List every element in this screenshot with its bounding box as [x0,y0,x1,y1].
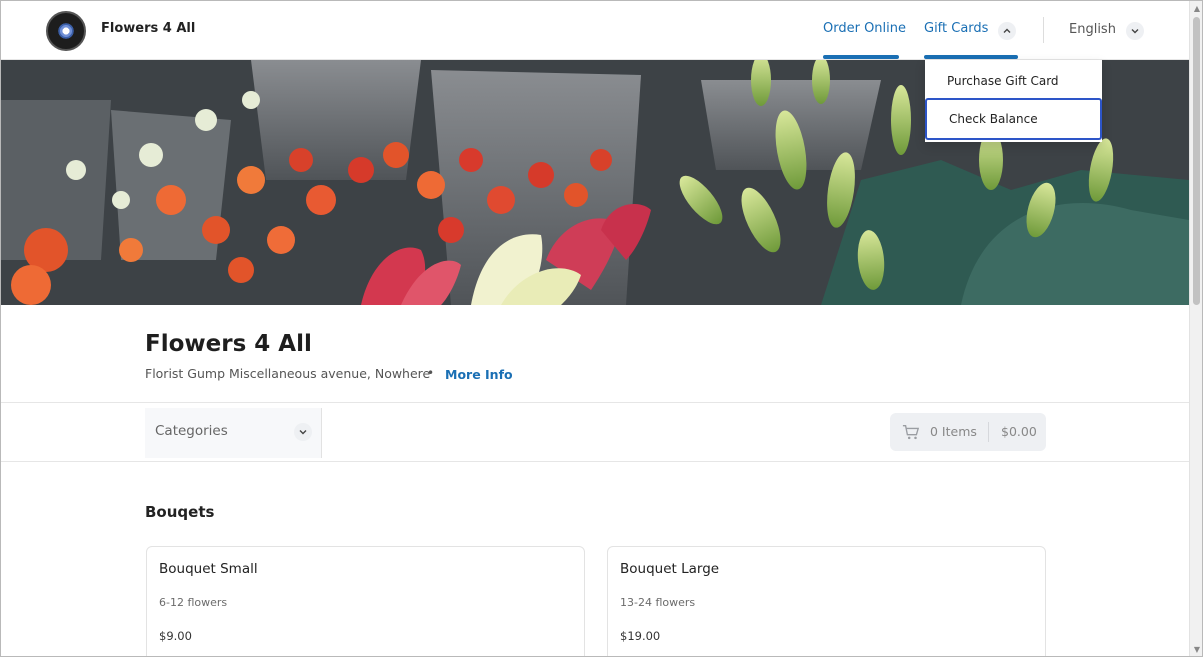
categories-label: Categories [155,423,228,439]
browser-frame: Flowers 4 All Order Online Gift Cards En… [0,0,1203,657]
brand-name[interactable]: Flowers 4 All [101,21,195,36]
scrollbar-thumb[interactable] [1193,17,1200,305]
chevron-down-icon [294,423,312,441]
menu-item-card[interactable]: Bouquet Large 13-24 flowers $19.00 [607,546,1046,656]
nav-order-online[interactable]: Order Online [823,21,906,36]
section-title: Bouqets [145,503,215,521]
menu-item-card[interactable]: Bouquet Small 6-12 flowers $9.00 [146,546,585,656]
nav-gift-cards[interactable]: Gift Cards [924,21,988,36]
menu-item-purchase-gift-card[interactable]: Purchase Gift Card [925,62,1102,100]
header-divider [1043,17,1044,43]
cart-button[interactable]: 0 Items $0.00 [890,413,1046,451]
language-selector[interactable]: English [1069,22,1116,37]
store-title: Flowers 4 All [145,331,312,357]
nav-gift-cards-indicator [924,55,1018,59]
cart-icon [902,425,920,440]
item-name: Bouquet Large [620,561,720,577]
gift-cards-dropdown: Purchase Gift Card Check Balance [925,60,1102,142]
scroll-down-arrow-icon[interactable]: ▼ [1192,645,1202,655]
item-price: $9.00 [159,629,192,643]
chevron-up-icon[interactable] [998,22,1016,40]
site-header: Flowers 4 All Order Online Gift Cards En… [1,1,1189,60]
item-description: 13-24 flowers [620,596,696,609]
item-price: $19.00 [620,629,661,643]
scroll-up-arrow-icon[interactable]: ▲ [1192,4,1202,14]
address-separator: • [427,366,435,380]
store-logo[interactable] [46,11,86,51]
more-info-link[interactable]: More Info [445,367,513,382]
nav-order-online-indicator [823,55,899,59]
chevron-down-icon[interactable] [1126,22,1144,40]
page-scrollbar[interactable]: ▲ ▼ [1189,1,1202,656]
categories-dropdown[interactable]: Categories [145,408,322,458]
item-description: 6-12 flowers [159,596,228,609]
menu-item-check-balance[interactable]: Check Balance [925,98,1102,140]
cart-separator [988,422,989,442]
item-name: Bouquet Small [159,561,258,577]
cart-item-count: 0 Items [930,424,977,439]
store-address: Florist Gump Miscellaneous avenue, Nowhe… [145,366,431,381]
cart-total: $0.00 [1001,424,1037,439]
